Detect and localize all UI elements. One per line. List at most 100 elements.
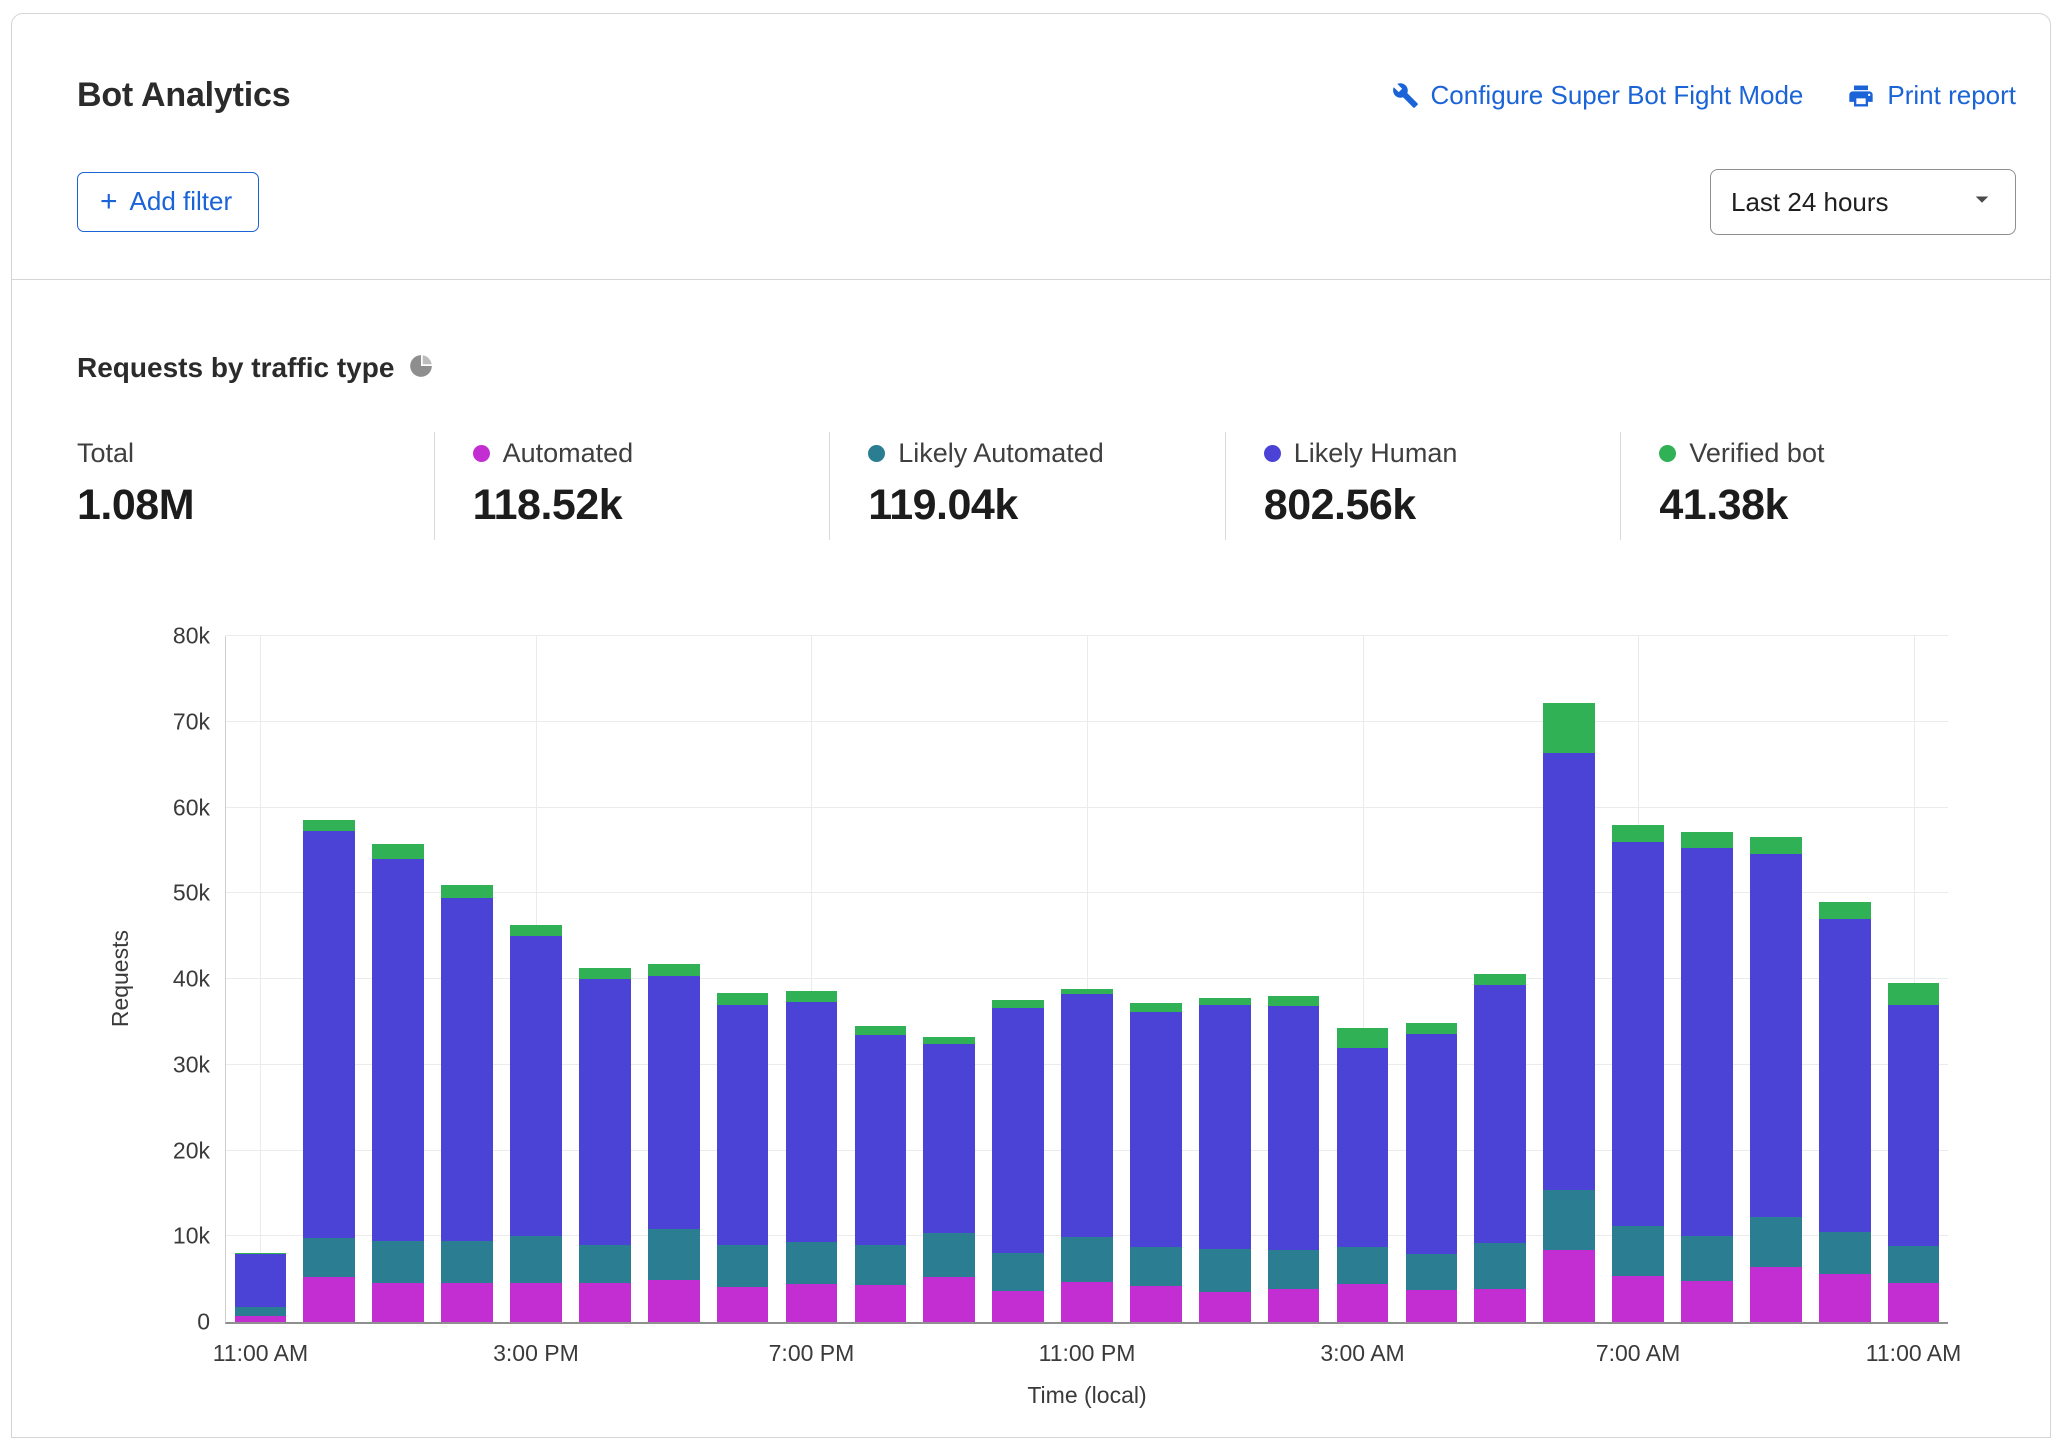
bar-segment-automated bbox=[510, 1283, 562, 1322]
bar-7-00-pm[interactable] bbox=[786, 636, 838, 1322]
bar-segment-likely-automated bbox=[648, 1229, 700, 1280]
bar-segment-verified-bot bbox=[579, 968, 631, 979]
bar-segment-likely-human bbox=[1819, 919, 1871, 1232]
add-filter-button[interactable]: + Add filter bbox=[77, 172, 259, 232]
bar-11-00-am[interactable] bbox=[1888, 636, 1940, 1322]
stat-automated-label: Automated bbox=[503, 438, 634, 469]
bar-segment-verified-bot bbox=[1130, 1003, 1182, 1012]
bar-segment-automated bbox=[717, 1287, 769, 1322]
bar-segment-likely-human bbox=[1750, 854, 1802, 1217]
chevron-down-icon bbox=[1967, 184, 1997, 221]
bar-segment-automated bbox=[1474, 1289, 1526, 1322]
bar-segment-verified-bot bbox=[372, 844, 424, 859]
bar-3-00-am[interactable] bbox=[1337, 636, 1389, 1322]
stat-total-label: Total bbox=[77, 438, 134, 469]
stat-likely-automated-value: 119.04k bbox=[868, 481, 1205, 530]
bar-6-00-am[interactable] bbox=[1543, 636, 1595, 1322]
page-title: Bot Analytics bbox=[77, 76, 290, 115]
bar-5-00-am[interactable] bbox=[1474, 636, 1526, 1322]
bar-segment-likely-automated bbox=[303, 1238, 355, 1277]
bar-segment-likely-automated bbox=[1819, 1232, 1871, 1274]
bar-2-00-pm[interactable] bbox=[441, 636, 493, 1322]
bar-segment-verified-bot bbox=[717, 993, 769, 1005]
bar-10-00-pm[interactable] bbox=[992, 636, 1044, 1322]
bar-segment-likely-automated bbox=[372, 1241, 424, 1282]
bar-segment-verified-bot bbox=[855, 1026, 907, 1035]
bar-segment-verified-bot bbox=[441, 885, 493, 898]
traffic-chart: Requests Time (local) 010k20k30k40k50k60… bbox=[77, 636, 2016, 1436]
bar-12-00-pm[interactable] bbox=[303, 636, 355, 1322]
bar-segment-likely-automated bbox=[1612, 1226, 1664, 1276]
time-range-select[interactable]: Last 24 hours bbox=[1710, 169, 2016, 235]
bar-segment-likely-human bbox=[1888, 1005, 1940, 1246]
bar-6-00-pm[interactable] bbox=[717, 636, 769, 1322]
bar-4-00-am[interactable] bbox=[1406, 636, 1458, 1322]
bar-segment-likely-human bbox=[1337, 1048, 1389, 1247]
bar-segment-likely-human bbox=[1199, 1005, 1251, 1249]
card-header: Bot Analytics Configure Super Bot Fight … bbox=[12, 14, 2050, 280]
x-tick-label: 7:00 PM bbox=[769, 1340, 855, 1367]
bar-segment-automated bbox=[786, 1284, 838, 1322]
configure-link-label: Configure Super Bot Fight Mode bbox=[1431, 80, 1804, 111]
bar-segment-verified-bot bbox=[923, 1037, 975, 1045]
bar-segment-likely-human bbox=[441, 898, 493, 1241]
bar-11-00-pm[interactable] bbox=[1061, 636, 1113, 1322]
stat-verified-bot-label: Verified bot bbox=[1689, 438, 1824, 469]
bar-9-00-pm[interactable] bbox=[923, 636, 975, 1322]
configure-super-bot-fight-mode-link[interactable]: Configure Super Bot Fight Mode bbox=[1392, 80, 1804, 111]
stat-likely-automated[interactable]: Likely Automated 119.04k bbox=[829, 432, 1225, 540]
bar-segment-likely-human bbox=[1061, 994, 1113, 1237]
bar-segment-likely-human bbox=[235, 1254, 287, 1307]
bar-segment-automated bbox=[1061, 1282, 1113, 1322]
bar-4-00-pm[interactable] bbox=[579, 636, 631, 1322]
bar-segment-likely-human bbox=[717, 1005, 769, 1245]
time-range-value: Last 24 hours bbox=[1731, 187, 1889, 218]
bar-segment-likely-automated bbox=[579, 1245, 631, 1284]
bar-8-00-pm[interactable] bbox=[855, 636, 907, 1322]
bar-segment-automated bbox=[1612, 1276, 1664, 1322]
bar-segment-verified-bot bbox=[1199, 998, 1251, 1005]
bar-segment-likely-human bbox=[1474, 985, 1526, 1243]
bar-8-00-am[interactable] bbox=[1681, 636, 1733, 1322]
bar-segment-verified-bot bbox=[303, 820, 355, 830]
stat-automated[interactable]: Automated 118.52k bbox=[434, 432, 830, 540]
bar-segment-verified-bot bbox=[1268, 996, 1320, 1005]
stat-verified-bot[interactable]: Verified bot 41.38k bbox=[1620, 432, 2016, 540]
bar-segment-automated bbox=[235, 1316, 287, 1322]
bar-segment-automated bbox=[923, 1277, 975, 1322]
stat-total[interactable]: Total 1.08M bbox=[77, 432, 434, 540]
bar-5-00-pm[interactable] bbox=[648, 636, 700, 1322]
bar-1-00-am[interactable] bbox=[1199, 636, 1251, 1322]
bar-segment-verified-bot bbox=[1543, 703, 1595, 753]
y-tick-label: 40k bbox=[173, 966, 210, 993]
bar-10-00-am[interactable] bbox=[1819, 636, 1871, 1322]
stat-likely-human-value: 802.56k bbox=[1264, 481, 1601, 530]
y-tick-label: 50k bbox=[173, 880, 210, 907]
bar-segment-verified-bot bbox=[1888, 983, 1940, 1004]
bar-7-00-am[interactable] bbox=[1612, 636, 1664, 1322]
stat-total-value: 1.08M bbox=[77, 481, 414, 530]
bar-segment-automated bbox=[1199, 1292, 1251, 1322]
bar-segment-verified-bot bbox=[1474, 974, 1526, 985]
bar-segment-verified-bot bbox=[1681, 832, 1733, 848]
bar-1-00-pm[interactable] bbox=[372, 636, 424, 1322]
bar-2-00-am[interactable] bbox=[1268, 636, 1320, 1322]
bar-segment-automated bbox=[1406, 1290, 1458, 1322]
bar-segment-likely-automated bbox=[1888, 1246, 1940, 1284]
stat-likely-human[interactable]: Likely Human 802.56k bbox=[1225, 432, 1621, 540]
bar-12-00-am[interactable] bbox=[1130, 636, 1182, 1322]
print-report-link[interactable]: Print report bbox=[1847, 80, 2016, 111]
y-tick-label: 60k bbox=[173, 794, 210, 821]
y-tick-label: 0 bbox=[197, 1309, 210, 1336]
bar-segment-likely-human bbox=[303, 831, 355, 1238]
y-tick-label: 70k bbox=[173, 708, 210, 735]
bar-segment-verified-bot bbox=[1819, 902, 1871, 919]
bar-segment-automated bbox=[1681, 1281, 1733, 1322]
bar-segment-likely-human bbox=[1268, 1006, 1320, 1250]
bar-11-00-am[interactable] bbox=[235, 636, 287, 1322]
bar-segment-verified-bot bbox=[992, 1000, 1044, 1008]
bar-segment-verified-bot bbox=[1337, 1028, 1389, 1048]
bar-3-00-pm[interactable] bbox=[510, 636, 562, 1322]
x-tick-label: 3:00 PM bbox=[493, 1340, 579, 1367]
bar-9-00-am[interactable] bbox=[1750, 636, 1802, 1322]
